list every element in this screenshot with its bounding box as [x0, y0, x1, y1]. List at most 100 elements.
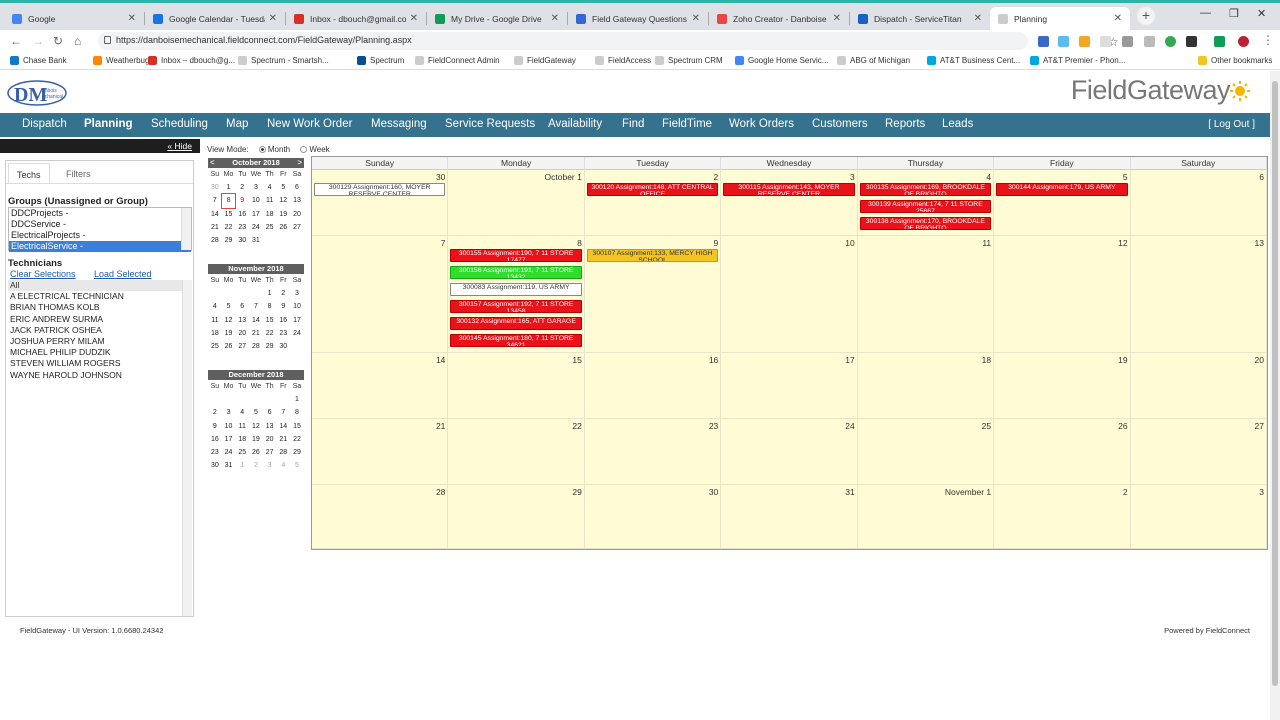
- mini-day[interactable]: 4: [235, 406, 249, 419]
- bookmark-item[interactable]: Other bookmarks: [1198, 56, 1272, 65]
- mini-day[interactable]: 14: [208, 208, 222, 221]
- mini-day[interactable]: 16: [276, 314, 290, 327]
- technician-item[interactable]: WAYNE HAROLD JOHNSON: [8, 370, 192, 381]
- page-scrollbar[interactable]: [1270, 71, 1280, 720]
- extension-icon[interactable]: [1038, 36, 1049, 47]
- mini-day[interactable]: 3: [290, 287, 304, 300]
- bookmark-item[interactable]: Spectrum - Smartsh...: [238, 56, 329, 65]
- browser-tab[interactable]: Planning ✕: [990, 7, 1130, 30]
- mini-day[interactable]: 3: [222, 406, 236, 419]
- nav-planning[interactable]: Planning: [84, 118, 133, 130]
- mini-day[interactable]: 29: [222, 234, 236, 247]
- mini-day[interactable]: 6: [235, 300, 249, 313]
- calendar-day[interactable]: 25: [857, 419, 995, 485]
- bookmark-item[interactable]: Spectrum: [357, 56, 404, 65]
- calendar-day[interactable]: 7: [312, 236, 449, 353]
- nav-map[interactable]: Map: [226, 118, 248, 130]
- mini-day[interactable]: 2: [249, 459, 263, 472]
- calendar-event[interactable]: 300145 Assignment:180, 7 11 STORE 34621: [450, 334, 582, 347]
- calendar-day[interactable]: 6: [1130, 170, 1267, 236]
- calendar-day[interactable]: October 1: [448, 170, 585, 236]
- url-text[interactable]: https://danboisemechanical.fieldconnect.…: [116, 35, 412, 45]
- mini-day[interactable]: 14: [249, 314, 263, 327]
- mini-day[interactable]: 7: [249, 300, 263, 313]
- technician-item[interactable]: A ELECTRICAL TECHNICIAN: [8, 291, 192, 302]
- extension-icon[interactable]: [1058, 36, 1069, 47]
- browser-tab[interactable]: Google ✕: [4, 7, 144, 30]
- calendar-day[interactable]: 20: [1130, 353, 1267, 419]
- group-item[interactable]: ElectricalProjects -: [9, 230, 191, 241]
- mini-day[interactable]: 30: [208, 459, 222, 472]
- mini-day[interactable]: 8: [220, 193, 237, 209]
- calendar-day[interactable]: 21: [312, 419, 449, 485]
- calendar-day[interactable]: 15: [448, 353, 585, 419]
- mini-day[interactable]: 2: [235, 181, 249, 194]
- mini-day[interactable]: 11: [235, 420, 249, 433]
- mini-day[interactable]: 1: [222, 181, 236, 194]
- mini-day[interactable]: 10: [249, 194, 263, 207]
- browser-tab[interactable]: Field Gateway Questions - ✕: [568, 7, 708, 30]
- mini-day[interactable]: 27: [263, 446, 277, 459]
- technician-item[interactable]: ERIC ANDREW SURMA: [8, 314, 192, 325]
- mini-day[interactable]: 9: [208, 420, 222, 433]
- calendar-day[interactable]: 30 300129 Assignment:160, MOYER RESERVE C…: [312, 170, 449, 236]
- technicians-scrollbar[interactable]: [182, 280, 192, 616]
- tab-filters[interactable]: Filters: [58, 163, 99, 183]
- home-icon[interactable]: ⌂: [74, 34, 81, 48]
- prev-month-arrow[interactable]: <: [210, 158, 215, 168]
- mini-day[interactable]: 4: [276, 459, 290, 472]
- mini-day[interactable]: 25: [208, 340, 222, 353]
- nav-availability[interactable]: Availability: [548, 118, 602, 130]
- bookmark-item[interactable]: FieldGateway: [514, 56, 576, 65]
- calendar-event[interactable]: 300107 Assignment:133, MERCY HIGH SCHOOL: [586, 249, 719, 262]
- nav-service-requests[interactable]: Service Requests: [445, 118, 535, 130]
- mini-day[interactable]: 30: [235, 234, 249, 247]
- mini-day[interactable]: 10: [222, 420, 236, 433]
- week-label[interactable]: Week: [309, 145, 329, 154]
- nav-customers[interactable]: Customers: [812, 118, 868, 130]
- mini-day[interactable]: 8: [290, 406, 304, 419]
- mini-day[interactable]: 11: [263, 194, 277, 207]
- calendar-day[interactable]: 2: [994, 485, 1131, 549]
- mini-day[interactable]: 1: [235, 459, 249, 472]
- maximize-icon[interactable]: ❐: [1229, 7, 1239, 20]
- clear-selections-link[interactable]: Clear Selections: [10, 269, 76, 279]
- calendar-event[interactable]: 300157 Assignment:192, 7 11 STORE 13458: [450, 300, 582, 313]
- calendar-day[interactable]: 9 300107 Assignment:133, MERCY HIGH SCHOO…: [584, 236, 722, 353]
- extension-icon[interactable]: [1144, 36, 1155, 47]
- mini-day[interactable]: 5: [276, 181, 290, 194]
- logout-link[interactable]: [ Log Out ]: [1208, 119, 1255, 130]
- back-icon[interactable]: ←: [10, 34, 22, 48]
- mini-day[interactable]: 18: [263, 208, 277, 221]
- nav-reports[interactable]: Reports: [885, 118, 925, 130]
- browser-tab[interactable]: Google Calendar - Tuesday, ✕: [145, 7, 285, 30]
- calendar-event[interactable]: 300156 Assignment:191, 7 11 STORE 13432: [450, 266, 582, 279]
- calendar-day[interactable]: 14: [312, 353, 449, 419]
- mini-day[interactable]: 20: [290, 208, 304, 221]
- technician-item[interactable]: All: [8, 280, 192, 292]
- browser-tab[interactable]: Dispatch - ServiceTitan ✕: [850, 7, 990, 30]
- calendar-day[interactable]: November 1: [857, 485, 995, 549]
- extension-icon[interactable]: [1079, 36, 1090, 47]
- reload-icon[interactable]: ↻: [53, 34, 63, 48]
- calendar-event[interactable]: 300144 Assignment:179, US ARMY: [996, 183, 1128, 196]
- calendar-event[interactable]: 300136 Assignment:170, BROOKDALE OF BRIG…: [859, 217, 992, 230]
- calendar-day[interactable]: 16: [584, 353, 722, 419]
- mini-day[interactable]: 28: [249, 340, 263, 353]
- mini-day[interactable]: 6: [263, 406, 277, 419]
- technician-item[interactable]: BRIAN THOMAS KOLB: [8, 302, 192, 313]
- nav-find[interactable]: Find: [622, 118, 644, 130]
- mini-day[interactable]: 22: [263, 327, 277, 340]
- calendar-day[interactable]: 17: [721, 353, 858, 419]
- profile-avatar[interactable]: [1238, 36, 1249, 47]
- mini-day[interactable]: 5: [249, 406, 263, 419]
- mini-day[interactable]: 12: [276, 194, 290, 207]
- hide-sidebar-link[interactable]: « Hide: [167, 141, 192, 151]
- technician-item[interactable]: MICHAEL PHILIP DUDZIK: [8, 347, 192, 358]
- calendar-day[interactable]: 5 300144 Assignment:179, US ARMY: [994, 170, 1131, 236]
- minimize-icon[interactable]: —: [1200, 7, 1211, 19]
- browser-tab[interactable]: Inbox - dbouch@gmail.com ✕: [286, 7, 426, 30]
- mini-day[interactable]: 26: [276, 221, 290, 234]
- mini-day[interactable]: 11: [208, 314, 222, 327]
- bookmark-item[interactable]: FieldAccess: [595, 56, 651, 65]
